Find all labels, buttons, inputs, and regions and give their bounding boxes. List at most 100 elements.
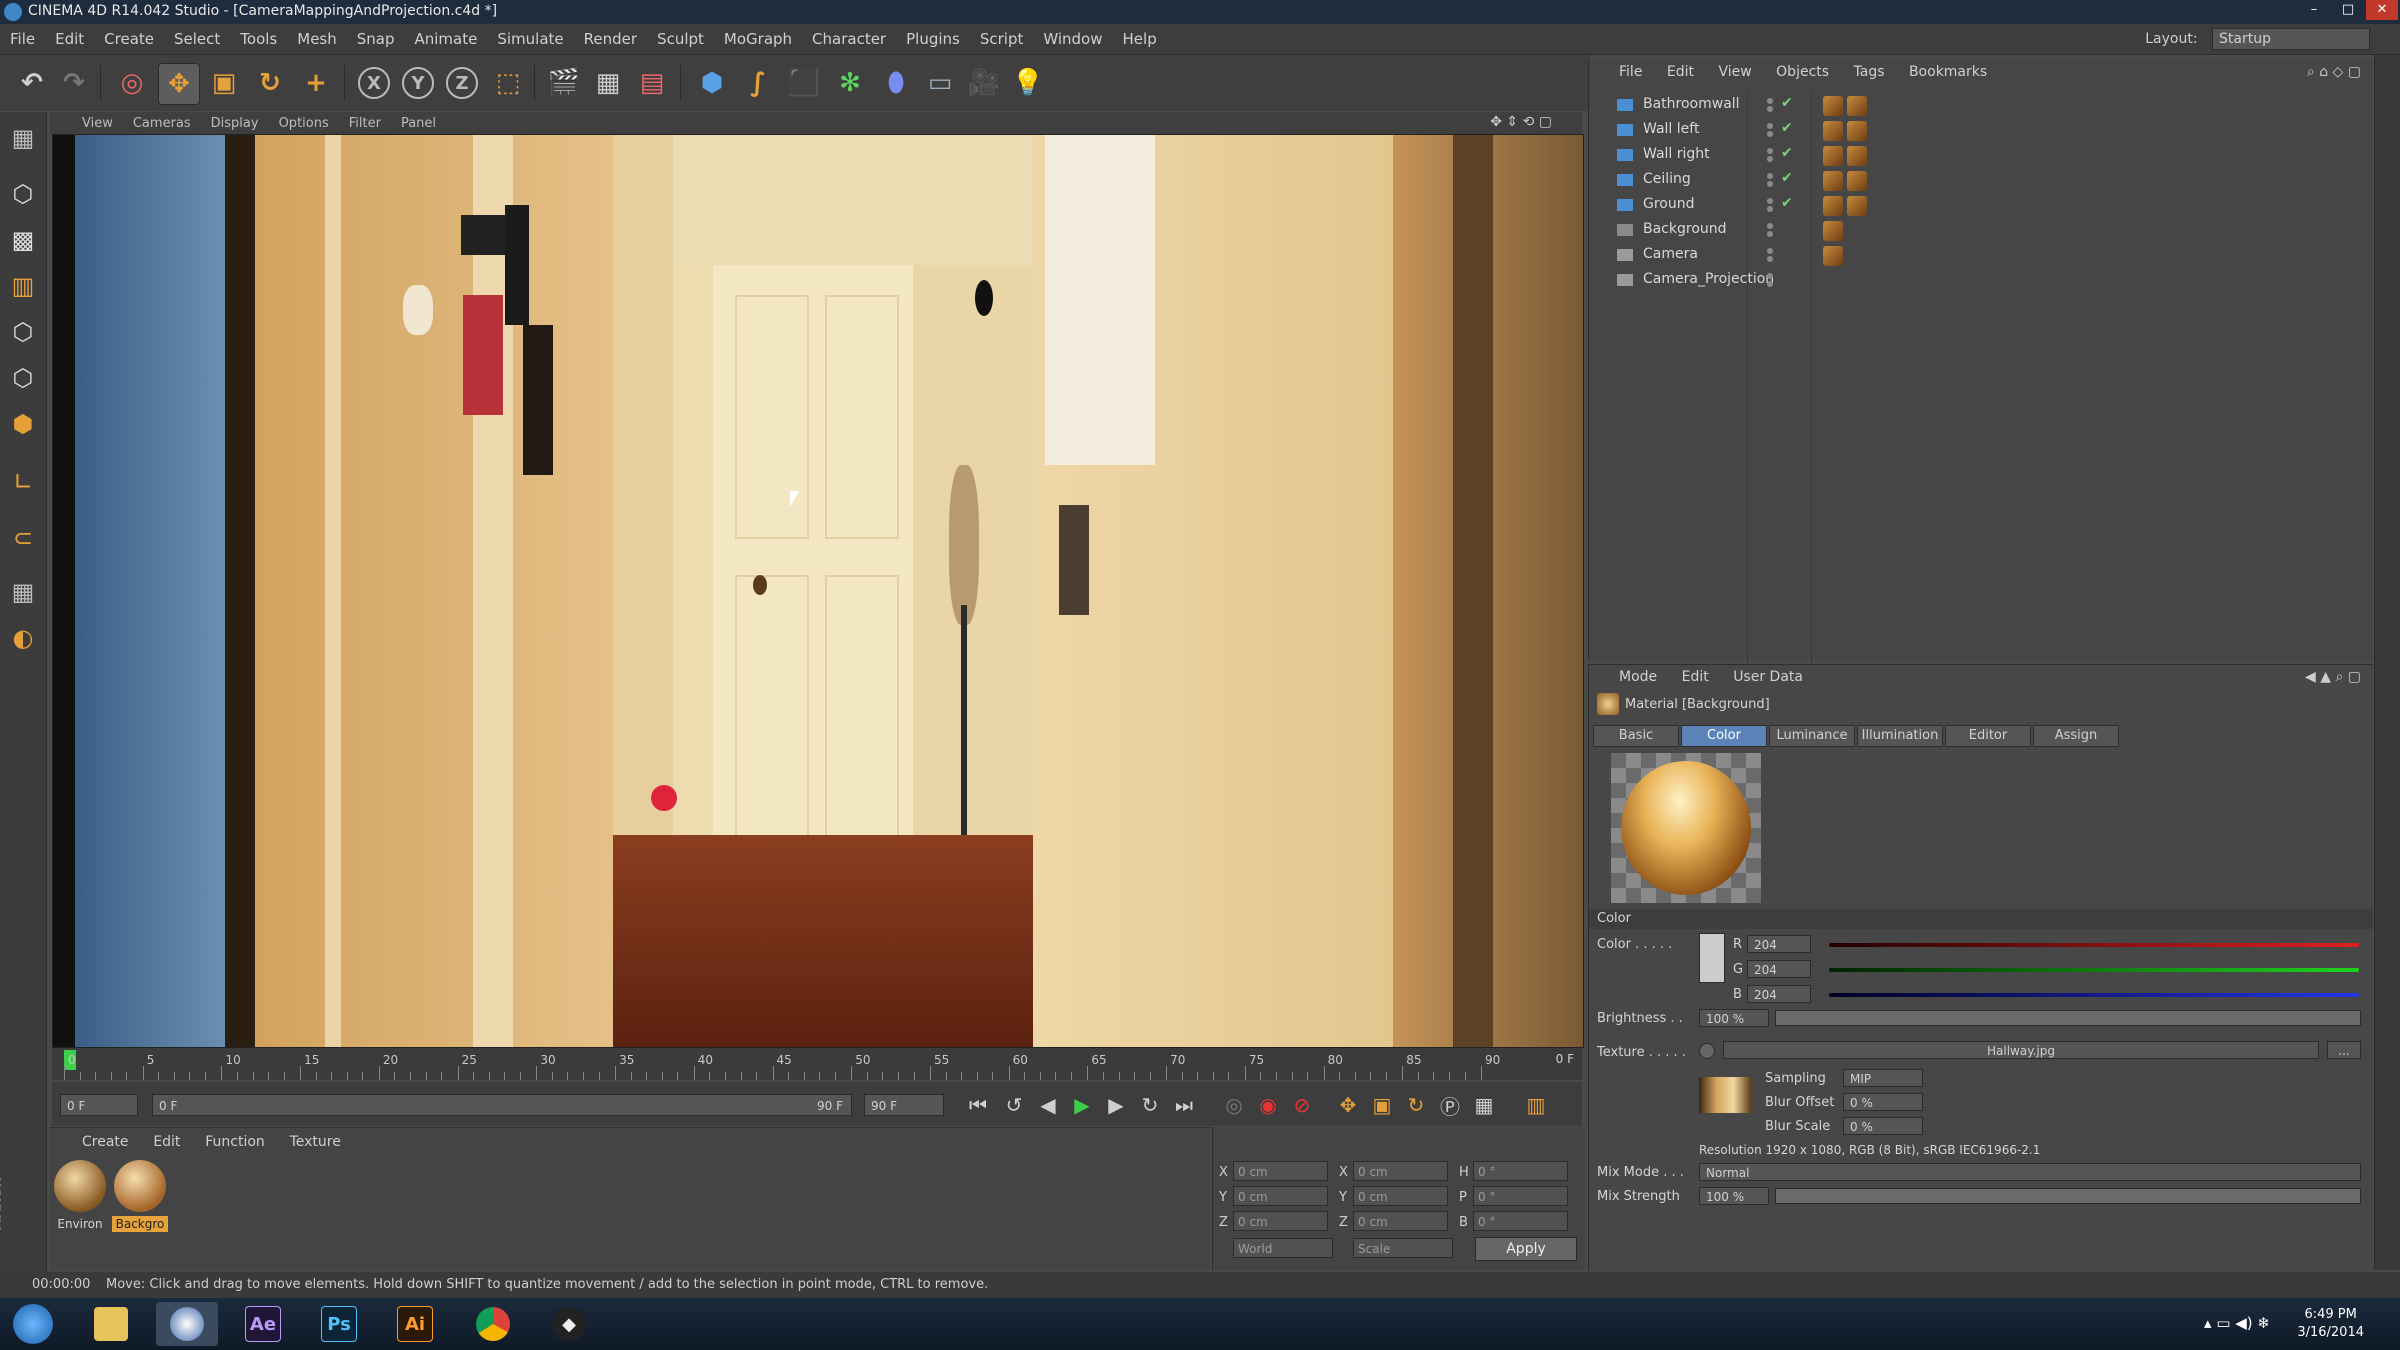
axis-mode-icon[interactable]: ∟ <box>5 464 41 500</box>
obj-manager-search-icon[interactable]: ⌕ ⌂ ◇ ▢ <box>2307 64 2361 80</box>
object-name[interactable]: Camera_Projection <box>1643 271 1774 287</box>
edges-mode-icon[interactable]: ⬡ <box>5 360 41 396</box>
snapping-icon[interactable]: ⊂ <box>5 520 41 556</box>
brightness-slider[interactable] <box>1775 1010 2361 1026</box>
object-row[interactable]: Ceiling ✔ <box>1595 169 2365 193</box>
obj-menu-objects[interactable]: Objects <box>1776 64 1829 80</box>
viewport-menu-panel[interactable]: Panel <box>401 116 436 131</box>
taskbar-unity[interactable]: ◆ <box>538 1302 600 1346</box>
coord-size-y[interactable]: 0 cm <box>1353 1186 1448 1206</box>
previous-key-icon[interactable]: ↺ <box>1000 1091 1028 1119</box>
points-mode-icon[interactable]: ⬡ <box>5 314 41 350</box>
material-tag-icon[interactable] <box>1847 121 1867 141</box>
material-background-swatch[interactable] <box>114 1160 166 1212</box>
object-name[interactable]: Bathroomwall <box>1643 96 1740 112</box>
material-tag-icon[interactable] <box>1823 196 1843 216</box>
mat-menu-function[interactable]: Function <box>205 1134 265 1150</box>
start-button[interactable] <box>2 1302 64 1346</box>
blur-scale-field[interactable]: 0 % <box>1843 1117 1923 1135</box>
r-value-field[interactable]: 204 <box>1747 935 1811 953</box>
viewport-menu-view[interactable]: View <box>82 116 113 131</box>
object-name[interactable]: Ceiling <box>1643 171 1691 187</box>
material-tag-icon[interactable] <box>1823 146 1843 166</box>
object-name[interactable]: Camera <box>1643 246 1698 262</box>
coord-rot-p[interactable]: 0 ° <box>1473 1186 1568 1206</box>
deformer-icon[interactable]: ⬮ <box>876 63 916 103</box>
tab-basic[interactable]: Basic <box>1593 725 1679 747</box>
brightness-field[interactable]: 100 % <box>1699 1009 1769 1027</box>
taskbar-after-effects[interactable]: Ae <box>232 1302 294 1346</box>
start-frame-field[interactable]: 0 F <box>60 1094 138 1116</box>
menu-help[interactable]: Help <box>1113 24 1167 54</box>
sampling-dropdown[interactable]: MIP <box>1843 1069 1923 1087</box>
polygons-mode-icon[interactable]: ⬢ <box>5 406 41 442</box>
layout-dropdown[interactable]: Startup <box>2212 28 2370 50</box>
menu-sculpt[interactable]: Sculpt <box>647 24 714 54</box>
next-frame-icon[interactable]: ▶ <box>1102 1091 1130 1119</box>
mat-menu-texture[interactable]: Texture <box>290 1134 341 1150</box>
go-to-start-icon[interactable]: ⏮ <box>964 1091 992 1119</box>
obj-menu-tags[interactable]: Tags <box>1854 64 1885 80</box>
autokeying-icon[interactable]: ⊘ <box>1288 1091 1316 1119</box>
b-value-field[interactable]: 204 <box>1747 985 1811 1003</box>
menu-file[interactable]: File <box>0 24 45 54</box>
model-mode-icon[interactable]: ⬡ <box>5 176 41 212</box>
mix-strength-slider[interactable] <box>1775 1188 2361 1204</box>
menu-edit[interactable]: Edit <box>45 24 94 54</box>
texture-browse-button[interactable]: ... <box>2327 1041 2361 1059</box>
enabled-check-icon[interactable]: ✔ <box>1781 95 1793 111</box>
coord-pos-y[interactable]: 0 cm <box>1233 1186 1328 1206</box>
coordinate-system-icon[interactable]: ⬚ <box>488 63 528 103</box>
enabled-check-icon[interactable]: ✔ <box>1781 195 1793 211</box>
menu-script[interactable]: Script <box>970 24 1034 54</box>
material-background-label[interactable]: Backgro <box>112 1216 168 1232</box>
mix-strength-field[interactable]: 100 % <box>1699 1187 1769 1205</box>
key-position-icon[interactable]: ✥ <box>1334 1091 1362 1119</box>
material-tag-icon[interactable] <box>1847 196 1867 216</box>
taskbar-cinema4d[interactable] <box>156 1302 218 1346</box>
menu-snap[interactable]: Snap <box>347 24 405 54</box>
visibility-dots[interactable] <box>1767 198 1775 214</box>
key-pla-icon[interactable]: ▦ <box>1470 1091 1498 1119</box>
menu-mograph[interactable]: MoGraph <box>714 24 802 54</box>
g-value-field[interactable]: 204 <box>1747 960 1811 978</box>
nurbs-icon[interactable]: ⬛ <box>784 63 824 103</box>
menu-tools[interactable]: Tools <box>230 24 287 54</box>
visibility-dots[interactable] <box>1767 248 1775 264</box>
taskbar-illustrator[interactable]: Ai <box>384 1302 446 1346</box>
render-view-icon[interactable]: 🎬 <box>544 63 584 103</box>
taskbar-chrome[interactable] <box>462 1302 524 1346</box>
object-row[interactable]: Ground ✔ <box>1595 194 2365 218</box>
workplane-mode-icon[interactable]: ▥ <box>5 268 41 304</box>
menu-window[interactable]: Window <box>1033 24 1112 54</box>
visibility-dots[interactable] <box>1767 123 1775 139</box>
menu-select[interactable]: Select <box>164 24 230 54</box>
render-settings-icon[interactable]: ▤ <box>632 63 672 103</box>
texture-file-field[interactable]: Hallway.jpg <box>1723 1041 2319 1059</box>
visibility-dots[interactable] <box>1767 273 1775 289</box>
enabled-check-icon[interactable]: ✔ <box>1781 170 1793 186</box>
menu-mesh[interactable]: Mesh <box>287 24 347 54</box>
coord-rot-b[interactable]: 0 ° <box>1473 1211 1568 1231</box>
system-tray-icons[interactable]: ▴ ▭ ◀) ❄ <box>2204 1314 2270 1332</box>
tab-assign[interactable]: Assign <box>2033 725 2119 747</box>
make-editable-icon[interactable]: ▦ <box>5 120 41 156</box>
object-row[interactable]: Background <box>1595 219 2365 243</box>
viewport-menu-options[interactable]: Options <box>279 116 329 131</box>
obj-menu-bookmarks[interactable]: Bookmarks <box>1909 64 1987 80</box>
b-slider[interactable] <box>1829 993 2359 997</box>
render-picture-viewer-icon[interactable]: ▦ <box>588 63 628 103</box>
material-tag-icon[interactable] <box>1823 171 1843 191</box>
right-dock-tabs[interactable] <box>2374 55 2400 1270</box>
attr-menu-mode[interactable]: Mode <box>1619 669 1657 685</box>
coord-rot-h[interactable]: 0 ° <box>1473 1161 1568 1181</box>
menu-character[interactable]: Character <box>802 24 896 54</box>
close-button[interactable]: ✕ <box>2366 0 2398 20</box>
material-tag-icon[interactable] <box>1847 171 1867 191</box>
workplane-lock-icon[interactable]: ▦ <box>5 574 41 610</box>
color-swatch[interactable] <box>1699 933 1725 983</box>
maximize-button[interactable]: □ <box>2332 0 2364 20</box>
viewport-nav-icons[interactable]: ✥ ⇕ ⟲ ▢ <box>1490 114 1552 130</box>
redo-icon[interactable]: ↷ <box>54 63 94 103</box>
taskbar-explorer[interactable] <box>80 1302 142 1346</box>
